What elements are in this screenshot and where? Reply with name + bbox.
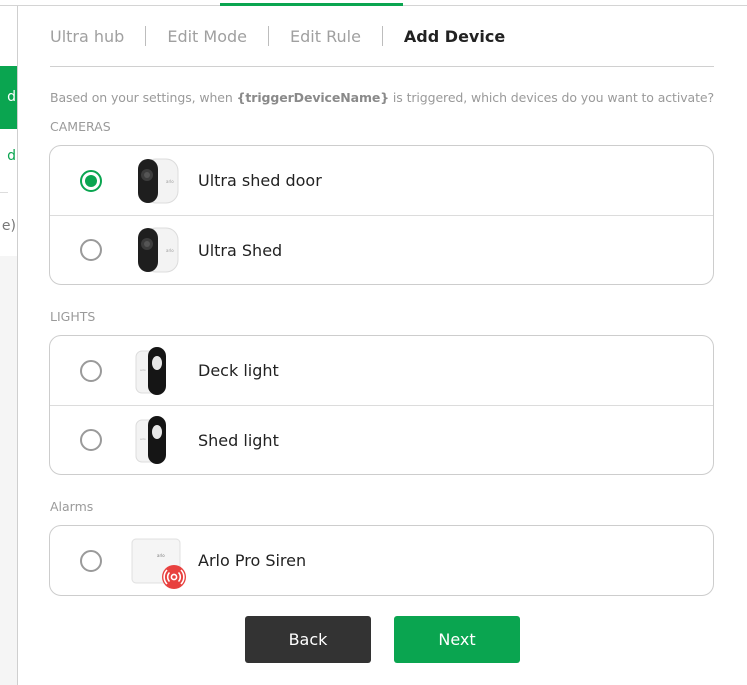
camera-icon: arlo: [138, 158, 179, 203]
next-button[interactable]: Next: [394, 616, 520, 663]
breadcrumb-ultra-hub[interactable]: Ultra hub: [50, 27, 124, 46]
breadcrumb-separator: [268, 26, 270, 46]
device-name: Arlo Pro Siren: [198, 551, 307, 570]
radio-unselected[interactable]: [80, 239, 102, 261]
device-name: Ultra shed door: [198, 171, 322, 190]
device-name: Shed light: [198, 430, 279, 450]
device-row-ultra-shed-door[interactable]: arlo Ultra shed door: [50, 146, 713, 215]
alarms-list: arlo Arlo Pro Siren: [49, 525, 714, 596]
device-row-deck-light[interactable]: arlo Deck light: [50, 336, 713, 405]
radio-unselected[interactable]: [80, 429, 102, 451]
radio-selected[interactable]: [80, 169, 102, 192]
radio-unselected[interactable]: [80, 359, 102, 382]
back-button[interactable]: Back: [245, 616, 371, 663]
svg-text:arlo: arlo: [140, 368, 146, 372]
trigger-device-placeholder: {triggerDeviceName}: [236, 90, 390, 105]
device-name: Deck light: [198, 361, 279, 380]
device-name: Ultra Shed: [198, 240, 283, 260]
device-row-arlo-pro-siren[interactable]: arlo Arlo Pro Siren: [50, 526, 713, 595]
svg-text:arlo: arlo: [140, 437, 146, 441]
light-icon: arlo: [135, 416, 166, 464]
light-icon: arlo: [135, 346, 166, 395]
section-label-lights: LIGHTS: [50, 309, 96, 324]
breadcrumb-edit-mode[interactable]: Edit Mode: [167, 27, 247, 46]
svg-text:arlo: arlo: [157, 553, 165, 558]
cameras-list: arlo Ultra shed door arlo Ultra Shed: [49, 145, 714, 285]
breadcrumb-separator: [381, 26, 383, 46]
device-row-shed-light[interactable]: arlo Shed light: [50, 405, 713, 474]
instruction-text: Based on your settings, when {triggerDev…: [50, 90, 715, 105]
sidebar-item[interactable]: e): [0, 218, 17, 234]
svg-text:arlo: arlo: [166, 179, 174, 184]
breadcrumb-separator: [145, 26, 147, 46]
breadcrumb-add-device: Add Device: [403, 26, 506, 46]
sidebar: d d e): [0, 6, 18, 685]
device-row-ultra-shed[interactable]: arlo Ultra Shed: [50, 215, 713, 284]
breadcrumb: Ultra hub Edit Mode Edit Rule Add Device: [50, 26, 505, 46]
header-divider: [50, 66, 714, 67]
sidebar-divider: [0, 192, 8, 193]
siren-icon: arlo: [131, 538, 186, 589]
lights-list: arlo Deck light arlo Shed light: [49, 335, 714, 475]
section-label-alarms: Alarms: [50, 499, 94, 514]
radio-unselected[interactable]: [80, 549, 102, 572]
sidebar-item-active[interactable]: d: [0, 66, 17, 129]
sidebar-item[interactable]: d: [0, 148, 17, 164]
section-label-cameras: CAMERAS: [50, 119, 111, 134]
breadcrumb-edit-rule[interactable]: Edit Rule: [290, 27, 361, 46]
camera-icon: arlo: [138, 227, 179, 273]
svg-text:arlo: arlo: [166, 248, 174, 253]
progress-indicator: [220, 3, 403, 6]
